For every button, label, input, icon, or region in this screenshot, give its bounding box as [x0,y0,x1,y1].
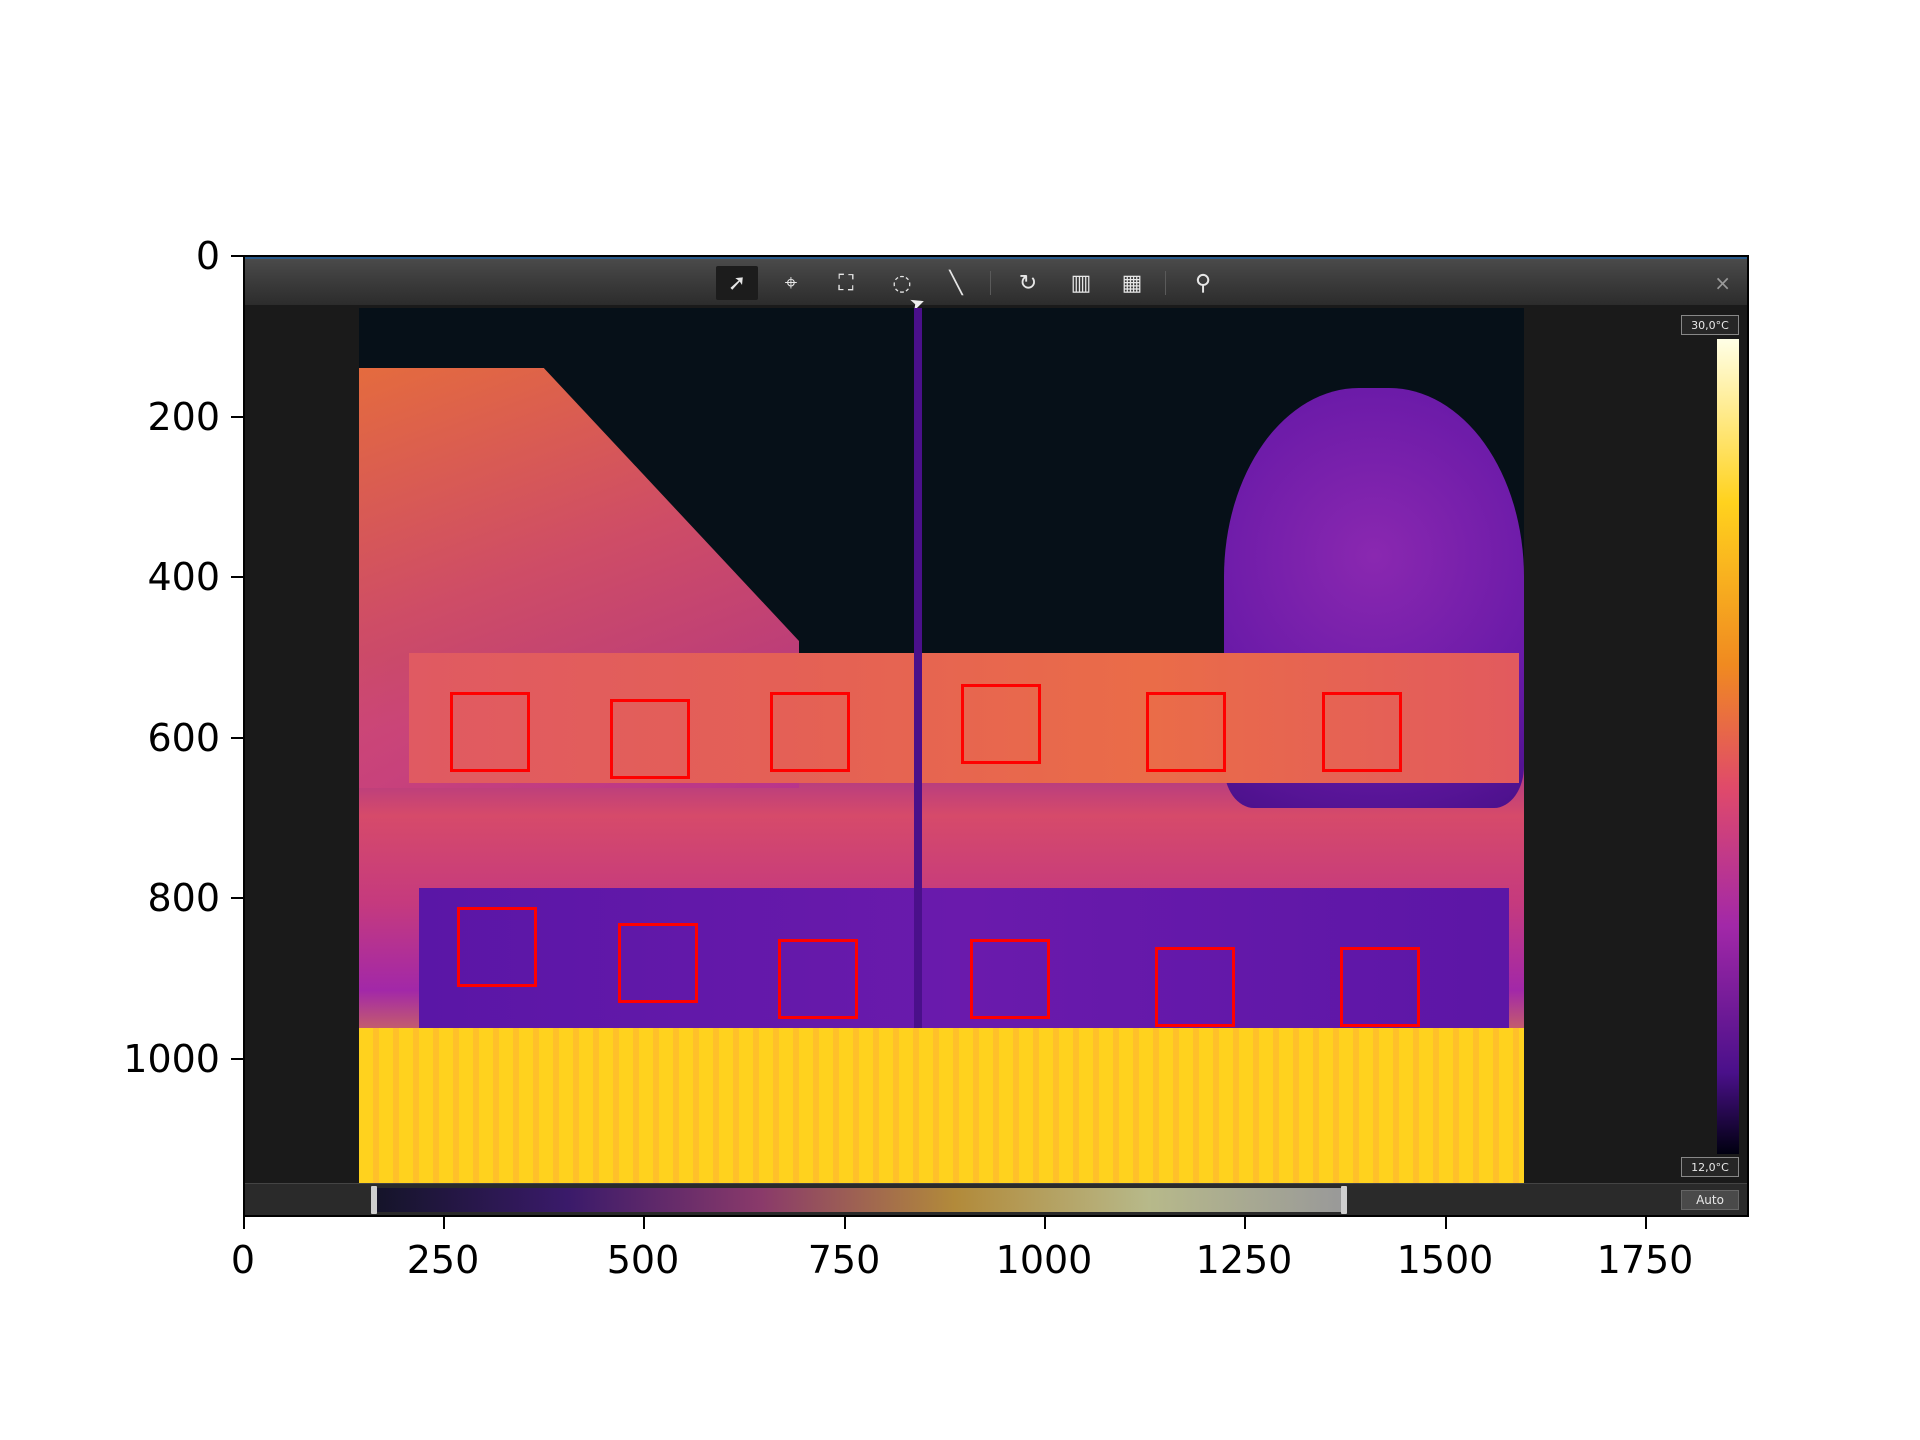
histogram-left-handle[interactable] [371,1186,377,1214]
x-tick-label: 1250 [1195,1238,1293,1282]
roi-box[interactable] [961,684,1041,764]
x-tick-label: 1000 [995,1238,1093,1282]
thermal-toolbar: ➚ ⌖ ⛶ ◌ ╲ ↻ ▥ ▦ ⚲ × ➤ [245,257,1747,316]
roi-box[interactable] [770,692,850,772]
histogram-bar: Auto [245,1183,1747,1215]
y-tick-label: 200 [147,395,220,439]
y-tick-label: 600 [147,716,220,760]
y-tick [231,416,243,418]
y-tick-label: 0 [195,234,220,278]
roi-box[interactable] [457,907,537,987]
circle-select-icon: ◌ [892,270,912,296]
select-icon: ➚ [727,270,747,296]
min-temp-label[interactable]: 12,0°C [1681,1157,1739,1177]
roi-box[interactable] [1322,692,1402,772]
x-tick-label: 0 [230,1238,256,1282]
y-tick [231,1058,243,1060]
roi-box[interactable] [610,699,690,779]
roi-box[interactable] [970,939,1050,1019]
x-tick-label: 250 [406,1238,480,1282]
x-tick-label: 750 [807,1238,881,1282]
roi-box[interactable] [450,692,530,772]
y-tick [231,255,243,257]
box-tool-button[interactable]: ⛶ [825,266,867,300]
figure: ➚ ⌖ ⛶ ◌ ╲ ↻ ▥ ▦ ⚲ × ➤ 30,0°C 12,0°C Auto… [0,0,1920,1440]
toolbar-separator [990,271,991,295]
line-tool-button[interactable]: ╲ [935,266,977,300]
y-tick [231,576,243,578]
left-panel [245,305,359,1183]
palette-icon: ▥ [1070,270,1092,296]
marquee-icon: ⛶ [838,270,854,296]
rotate-icon: ↻ [1018,270,1038,296]
roi-box[interactable] [1340,947,1420,1027]
palette-button[interactable]: ▥ [1060,266,1102,300]
toolbar-separator [1165,271,1166,295]
color-image-icon: ▦ [1121,270,1143,296]
x-tick [1244,1217,1246,1229]
max-temp-label[interactable]: 30,0°C [1681,315,1739,335]
color-image-button[interactable]: ▦ [1111,266,1153,300]
spot-tool-button[interactable]: ⌖ [770,266,812,300]
x-tick [844,1217,846,1229]
zoom-button[interactable]: ⚲ [1182,266,1224,300]
roi-box[interactable] [618,923,698,1003]
image-axes: ➚ ⌖ ⛶ ◌ ╲ ↻ ▥ ▦ ⚲ × ➤ 30,0°C 12,0°C Auto [243,255,1749,1217]
roi-box[interactable] [1155,947,1235,1027]
x-tick [1044,1217,1046,1229]
y-tick [231,737,243,739]
x-tick-label: 1750 [1596,1238,1694,1282]
y-tick-label: 800 [147,876,220,920]
rotate-button[interactable]: ↻ [1007,266,1049,300]
search-icon: ⚲ [1194,270,1212,296]
x-tick [1645,1217,1647,1229]
x-tick [443,1217,445,1229]
roi-box[interactable] [1146,692,1226,772]
crosshair-icon: ⌖ [784,270,798,296]
ground-region [359,1028,1524,1183]
roi-box[interactable] [778,939,858,1019]
y-tick-label: 400 [147,555,220,599]
temperature-color-scale [1717,339,1739,1154]
x-tick-label: 1500 [1396,1238,1494,1282]
y-tick-label: 1000 [123,1037,220,1081]
y-tick [231,897,243,899]
histogram-right-handle[interactable] [1341,1186,1347,1214]
line-icon: ╲ [949,270,963,296]
select-tool-button[interactable]: ➚ [716,266,758,300]
close-button[interactable]: × [1714,271,1731,295]
x-tick [243,1217,245,1229]
x-tick [1445,1217,1447,1229]
x-tick [643,1217,645,1229]
histogram-track[interactable] [373,1188,1343,1212]
auto-button[interactable]: Auto [1681,1190,1739,1210]
x-tick-label: 500 [606,1238,680,1282]
